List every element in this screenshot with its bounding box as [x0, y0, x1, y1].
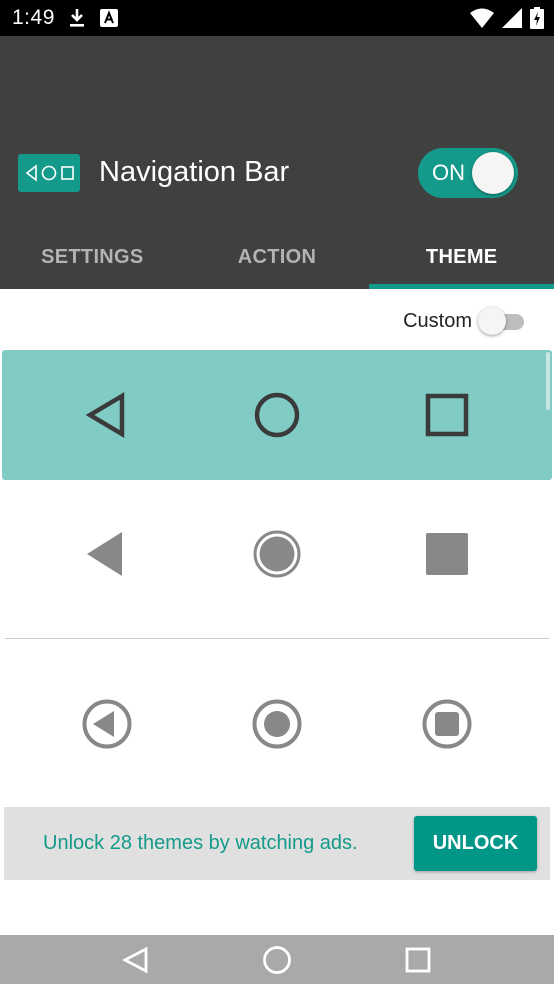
status-time: 1:49	[12, 6, 55, 29]
signal-icon	[502, 8, 522, 33]
custom-row: Custom	[403, 306, 528, 336]
master-toggle-knob	[472, 152, 514, 194]
master-toggle-label: ON	[432, 160, 465, 185]
navbar-logo-icon	[18, 154, 80, 192]
status-right-icons	[470, 7, 544, 34]
battery-charging-icon	[530, 7, 544, 34]
back-icon	[57, 365, 157, 465]
system-nav-bar	[0, 935, 554, 984]
status-bar: 1:49	[0, 0, 554, 36]
app-header: Navigation Bar ON SETTINGS ACTION THEME	[0, 36, 554, 289]
recents-icon	[397, 674, 497, 774]
tab-action[interactable]: ACTION	[185, 231, 370, 289]
unlock-button[interactable]: UNLOCK	[414, 816, 537, 871]
app-title: Navigation Bar	[99, 156, 290, 188]
recents-icon[interactable]	[388, 935, 448, 984]
tab-settings[interactable]: SETTINGS	[0, 231, 185, 289]
theme-option-filled[interactable]	[2, 489, 552, 619]
home-icon	[227, 365, 327, 465]
tab-theme[interactable]: THEME	[369, 231, 554, 289]
custom-toggle[interactable]	[478, 306, 528, 336]
home-icon[interactable]	[247, 935, 307, 984]
custom-toggle-knob	[478, 307, 506, 335]
tab-bar: SETTINGS ACTION THEME	[0, 231, 554, 289]
back-icon	[57, 674, 157, 774]
master-toggle[interactable]: ON	[418, 148, 518, 198]
theme-option-outline[interactable]	[2, 350, 552, 480]
unlock-bar: Unlock 28 themes by watching ads. UNLOCK	[4, 807, 550, 880]
home-icon	[227, 674, 327, 774]
theme-content: Custom Unlock 28 themes by watching ads.…	[0, 289, 554, 935]
wifi-icon	[470, 8, 494, 33]
font-a-icon	[100, 9, 118, 32]
back-icon[interactable]	[106, 935, 166, 984]
status-left-icons	[68, 8, 118, 33]
unlock-message: Unlock 28 themes by watching ads.	[43, 832, 358, 854]
recents-icon	[397, 365, 497, 465]
custom-label: Custom	[403, 309, 472, 332]
back-icon	[57, 504, 157, 604]
recents-icon	[397, 504, 497, 604]
download-icon	[68, 8, 86, 33]
home-icon	[227, 504, 327, 604]
divider	[5, 638, 549, 639]
theme-option-circled[interactable]	[2, 659, 552, 789]
scroll-indicator	[546, 352, 550, 410]
